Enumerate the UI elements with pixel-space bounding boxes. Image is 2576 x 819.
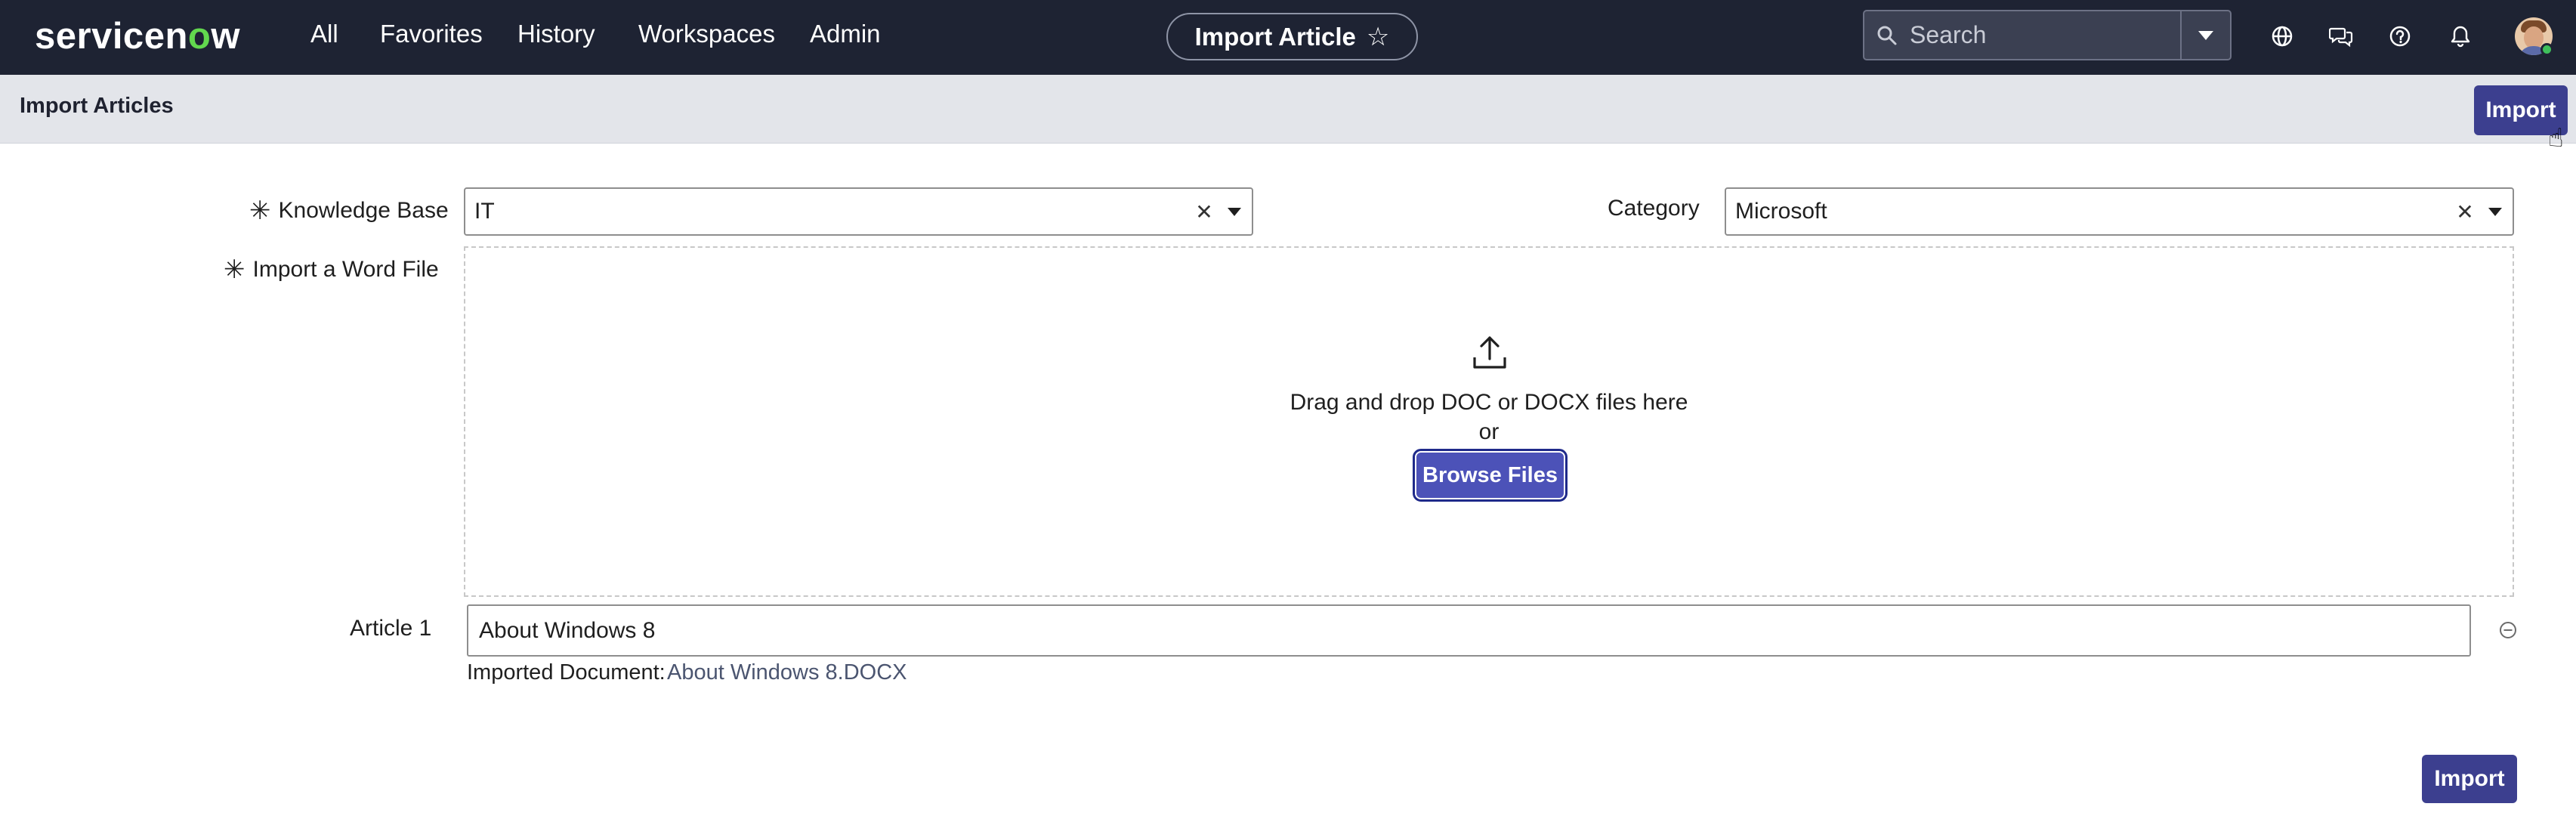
remove-circle-icon[interactable] — [2497, 620, 2519, 641]
knowledge-base-label: ✳ Knowledge Base — [249, 196, 449, 226]
category-value: Microsoft — [1735, 199, 1827, 224]
chevron-down-icon[interactable] — [2478, 207, 2513, 216]
page-header: Import Articles — [0, 75, 2576, 144]
context-title-pill[interactable]: Import Article ☆ — [1166, 13, 1418, 60]
top-navigation-bar: servicen o w All Favorites History Workspa… — [0, 0, 2576, 75]
article-title-input[interactable]: About Windows 8 — [467, 604, 2471, 657]
globe-icon[interactable] — [2266, 20, 2298, 52]
nav-all[interactable]: All — [310, 20, 338, 48]
search-scope-dropdown[interactable] — [2180, 11, 2230, 59]
knowledge-base-label-text: Knowledge Base — [278, 198, 449, 223]
nav-favorites[interactable]: Favorites — [380, 20, 483, 48]
upload-icon — [1473, 336, 1506, 369]
import-word-file-label: ✳ Import a Word File — [224, 255, 439, 285]
category-select[interactable]: Microsoft ✕ — [1725, 187, 2514, 236]
chevron-down-icon — [2198, 30, 2213, 40]
nav-admin[interactable]: Admin — [810, 20, 881, 48]
logo-text-accent: o — [187, 16, 212, 57]
required-asterisk-icon: ✳ — [224, 255, 246, 284]
nav-workspaces[interactable]: Workspaces — [638, 20, 775, 48]
search-input[interactable]: Search — [1910, 21, 2180, 49]
category-label: Category — [1608, 196, 1700, 221]
chat-icon[interactable] — [2325, 20, 2357, 52]
import-word-file-label-text: Import a Word File — [252, 257, 439, 282]
drop-zone-instructions: Drag and drop DOC or DOCX files here — [1290, 390, 1688, 415]
logo-text-start: servicen — [35, 16, 188, 57]
notification-bell-icon[interactable] — [2445, 20, 2476, 52]
knowledge-base-value: IT — [474, 199, 495, 224]
presence-status-dot — [2540, 43, 2553, 56]
imported-document-link[interactable]: About Windows 8.DOCX — [667, 660, 907, 685]
nav-history[interactable]: History — [517, 20, 595, 48]
mouse-pointer-icon: ☝ — [2548, 124, 2564, 153]
drop-zone-or: or — [1478, 419, 1500, 444]
knowledge-base-select[interactable]: IT ✕ — [464, 187, 1253, 236]
clear-category-icon[interactable]: ✕ — [2452, 199, 2478, 224]
required-asterisk-icon: ✳ — [249, 196, 271, 225]
page-title: Import Articles — [20, 94, 174, 118]
imported-document-label: Imported Document: — [467, 660, 666, 685]
global-search[interactable]: Search — [1863, 10, 2232, 60]
clear-knowledge-base-icon[interactable]: ✕ — [1191, 199, 1217, 224]
help-icon[interactable] — [2384, 20, 2416, 52]
favorite-star-icon[interactable]: ☆ — [1367, 22, 1389, 52]
article-1-label: Article 1 — [350, 616, 432, 641]
browse-files-button[interactable]: Browse Files — [1413, 449, 1568, 502]
servicenow-logo[interactable]: servicen o w — [35, 14, 240, 59]
logo-text-end: w — [211, 16, 240, 57]
context-title: Import Article — [1194, 22, 1356, 51]
search-icon — [1864, 11, 1910, 59]
import-button-footer[interactable]: Import — [2422, 755, 2517, 803]
chevron-down-icon[interactable] — [1217, 207, 1252, 216]
